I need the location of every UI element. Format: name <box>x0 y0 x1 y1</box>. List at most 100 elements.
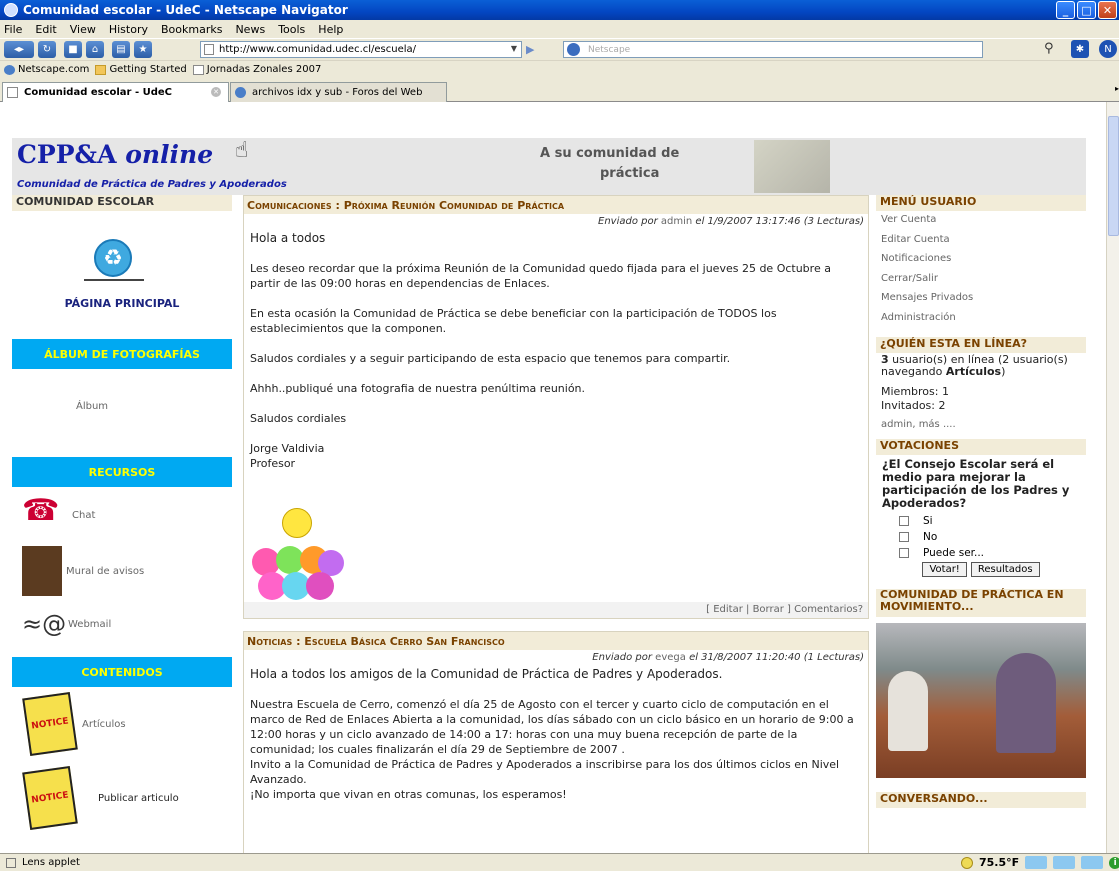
netscape-logo-icon[interactable]: N <box>1099 40 1117 58</box>
back-forward-button[interactable]: ◂▸ <box>4 41 34 58</box>
go-arrow-icon[interactable]: ▶ <box>526 43 542 57</box>
post-title[interactable]: Comunicaciones : Próxima Reunión Comunid… <box>244 196 868 214</box>
post-signature-role: Profesor <box>250 457 296 470</box>
poll-option-no[interactable]: No <box>899 529 1086 545</box>
logo-main: CPP&A <box>17 140 117 169</box>
post-author[interactable]: admin <box>661 216 692 227</box>
page-icon <box>7 87 18 98</box>
weather-icon <box>961 856 973 869</box>
post-meta: Enviado por admin el 1/9/2007 13:17:46 (… <box>244 214 868 227</box>
weather-forecast-icon[interactable] <box>1081 856 1104 869</box>
stop-icon[interactable]: ■ <box>64 41 82 58</box>
tab-list-icon[interactable]: ▸ <box>1115 84 1119 93</box>
menu-help[interactable]: Help <box>318 23 343 36</box>
reload-icon[interactable]: ↻ <box>38 41 56 58</box>
url-text: http://www.comunidad.udec.cl/escuela/ <box>219 44 417 55</box>
checkbox[interactable] <box>899 531 909 542</box>
menu-cerrar-salir[interactable]: Cerrar/Salir <box>876 273 1086 293</box>
minimize-button[interactable]: _ <box>1056 1 1075 19</box>
menu-administracion[interactable]: Administración <box>876 312 1086 332</box>
menu-edit[interactable]: Edit <box>35 23 56 36</box>
search-icon[interactable]: ⚲ <box>1044 41 1054 56</box>
post-actions[interactable]: [ Editar | Borrar ] Comentarios? <box>244 602 868 618</box>
post-signature: Jorge Valdivia <box>250 442 325 455</box>
online-users[interactable]: admin, más .... <box>876 419 1086 439</box>
bookmark-label: Getting Started <box>109 64 187 75</box>
menu-history[interactable]: History <box>109 23 148 36</box>
weather-widget[interactable]: 75.5°F i <box>961 856 1119 869</box>
chat-icon: ☎ <box>22 493 60 528</box>
webmail-link[interactable]: ≈@ Webmail <box>12 599 232 649</box>
close-tab-icon[interactable]: ✕ <box>211 87 221 97</box>
bookmark-page-icon[interactable]: ★ <box>134 41 152 58</box>
publish-link[interactable]: NOTICE Publicar articulo <box>12 761 232 835</box>
articles-link[interactable]: NOTICE Artículos <box>12 687 232 761</box>
mural-link[interactable]: Mural de avisos <box>12 543 232 599</box>
bookmark-netscape[interactable]: Netscape.com <box>4 64 89 75</box>
news-post: Comunicaciones : Próxima Reunión Comunid… <box>243 195 869 619</box>
address-bar[interactable]: http://www.comunidad.udec.cl/escuela/ ▼ <box>200 41 522 58</box>
tab-strip: Comunidad escolar - UdeC ✕ archivos idx … <box>0 79 1119 102</box>
search-engine-icon[interactable] <box>567 43 580 56</box>
weather-forecast-icon[interactable] <box>1025 856 1048 869</box>
print-icon[interactable]: ▤ <box>112 41 130 58</box>
home-link[interactable]: ♻ <box>84 239 144 281</box>
news-post: Noticias : Escuela Básica Cerro San Fran… <box>243 631 869 853</box>
scrollbar-thumb[interactable] <box>1108 116 1119 236</box>
menu-editar-cuenta[interactable]: Editar Cuenta <box>876 234 1086 254</box>
menu-tools[interactable]: Tools <box>278 23 305 36</box>
checkbox[interactable] <box>899 515 909 526</box>
chat-link[interactable]: ☎ Chat <box>12 487 232 543</box>
bookmark-jornadas[interactable]: Jornadas Zonales 2007 <box>192 64 321 75</box>
post-paragraph: En esta ocasión la Comunidad de Práctica… <box>250 307 777 335</box>
post-title[interactable]: Noticias : Escuela Básica Cerro San Fran… <box>244 632 868 650</box>
poll-option-si[interactable]: Si <box>899 513 1086 529</box>
maximize-button[interactable]: □ <box>1077 1 1096 19</box>
menu-ver-cuenta[interactable]: Ver Cuenta <box>876 214 1086 234</box>
bookmark-getting-started[interactable]: Getting Started <box>95 64 187 75</box>
publish-label: Publicar articulo <box>98 792 179 804</box>
search-input[interactable]: Netscape <box>563 41 983 58</box>
post-paragraph: Les deseo recordar que la próxima Reunió… <box>250 262 831 290</box>
weather-forecast-icon[interactable] <box>1053 856 1076 869</box>
menu-bookmarks[interactable]: Bookmarks <box>161 23 222 36</box>
album-link-label: Álbum <box>76 400 109 412</box>
menu-mensajes-privados[interactable]: Mensajes Privados <box>876 292 1086 312</box>
menu-view[interactable]: View <box>70 23 96 36</box>
tab-label: archivos idx y sub - Foros del Web <box>252 87 423 98</box>
logo-subtitle: Comunidad de Práctica de Padres y Apoder… <box>17 179 287 190</box>
camera-icon <box>22 375 70 437</box>
logo-online: online <box>125 140 214 169</box>
close-window-button[interactable]: ✕ <box>1098 1 1117 19</box>
community-photo[interactable] <box>876 622 1086 778</box>
checkbox[interactable] <box>899 547 909 558</box>
online-title: ¿QUIÉN ESTA EN LÍNEA? <box>876 337 1086 353</box>
post-author[interactable]: evega <box>655 652 686 663</box>
tab-comunidad-escolar[interactable]: Comunidad escolar - UdeC ✕ <box>2 82 229 102</box>
home-icon[interactable]: ⌂ <box>86 41 104 58</box>
photo-person <box>888 670 928 751</box>
vertical-scrollbar[interactable] <box>1106 102 1119 853</box>
tab-foros-del-web[interactable]: archivos idx y sub - Foros del Web <box>230 82 447 102</box>
menu-news[interactable]: News <box>235 23 265 36</box>
poll-option-puede-ser[interactable]: Puede ser... <box>899 545 1086 561</box>
home-label[interactable]: PÁGINA PRINCIPAL <box>12 297 232 310</box>
tab-label: Comunidad escolar - UdeC <box>24 87 172 98</box>
menu-bar: File Edit View History Bookmarks News To… <box>0 20 1119 38</box>
site-logo[interactable]: CPP&A online <box>17 140 213 169</box>
right-sidebar: MENÚ USUARIO Ver Cuenta Editar Cuenta No… <box>876 195 1086 853</box>
results-button[interactable]: Resultados <box>970 561 1040 577</box>
info-icon[interactable]: i <box>1109 856 1119 869</box>
album-link[interactable]: Álbum <box>12 369 232 443</box>
meta-prefix: Enviado por <box>592 652 652 663</box>
menu-notificaciones[interactable]: Notificaciones <box>876 253 1086 273</box>
menu-file[interactable]: File <box>4 23 22 36</box>
vote-button[interactable]: Votar! <box>922 561 967 577</box>
spyware-icon[interactable]: ✱ <box>1071 40 1089 58</box>
status-text: Lens applet <box>22 857 80 868</box>
left-sidebar: COMUNIDAD ESCOLAR ♻ PÁGINA PRINCIPAL ÁLB… <box>12 195 232 853</box>
header-banner: A su comunidad de práctica <box>540 142 740 190</box>
meta-details: el 31/8/2007 11:20:40 (1 Lecturas) <box>689 652 864 663</box>
chevron-down-icon[interactable]: ▼ <box>511 44 517 53</box>
photo-person <box>996 652 1056 753</box>
